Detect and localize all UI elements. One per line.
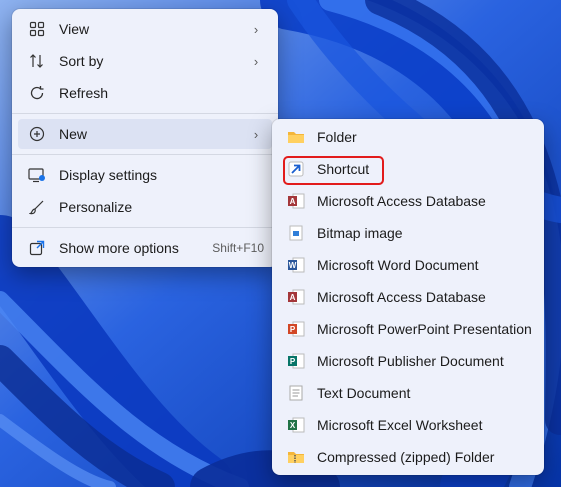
- shortcut-highlight-outline: [283, 156, 384, 185]
- menu-item-new[interactable]: New ›: [18, 119, 272, 149]
- svg-text:A: A: [290, 197, 296, 206]
- svg-text:W: W: [289, 261, 297, 270]
- menu-item-personalize[interactable]: Personalize: [18, 192, 272, 222]
- zip-folder-icon: [287, 448, 305, 466]
- publisher-icon: P: [287, 352, 305, 370]
- keyboard-shortcut-label: Shift+F10: [212, 241, 264, 255]
- folder-icon: [287, 128, 305, 146]
- chevron-right-icon: ›: [253, 126, 259, 142]
- view-grid-icon: [28, 20, 46, 38]
- menu-item-label: Display settings: [59, 167, 158, 183]
- svg-text:A: A: [290, 293, 296, 302]
- submenu-item-label: Folder: [317, 129, 357, 145]
- menu-item-display-settings[interactable]: Display settings: [18, 160, 272, 190]
- submenu-item-label: Compressed (zipped) Folder: [317, 449, 495, 465]
- access-icon: A: [287, 288, 305, 306]
- submenu-item-bitmap-image[interactable]: Bitmap image: [278, 218, 538, 248]
- bitmap-icon: [287, 224, 305, 242]
- submenu-item-word-document[interactable]: W Microsoft Word Document: [278, 250, 538, 280]
- personalize-brush-icon: [28, 198, 46, 216]
- menu-item-label: Refresh: [59, 85, 109, 101]
- menu-item-label: Show more options: [59, 240, 179, 256]
- submenu-item-compressed-folder[interactable]: Compressed (zipped) Folder: [278, 442, 538, 472]
- menu-item-label: Sort by: [59, 53, 104, 69]
- menu-separator: [12, 154, 278, 155]
- submenu-item-access-database-2[interactable]: A Microsoft Access Database: [278, 282, 538, 312]
- refresh-icon: [28, 84, 46, 102]
- new-plus-icon: [28, 125, 46, 143]
- submenu-item-label: Microsoft Excel Worksheet: [317, 417, 483, 433]
- sort-icon: [28, 52, 46, 70]
- submenu-item-label: Microsoft Access Database: [317, 289, 486, 305]
- access-icon: A: [287, 192, 305, 210]
- submenu-item-excel-worksheet[interactable]: X Microsoft Excel Worksheet: [278, 410, 538, 440]
- excel-icon: X: [287, 416, 305, 434]
- menu-item-label: New: [59, 126, 88, 142]
- menu-item-sort-by[interactable]: Sort by ›: [18, 46, 272, 76]
- submenu-item-access-database[interactable]: A Microsoft Access Database: [278, 186, 538, 216]
- powerpoint-icon: P: [287, 320, 305, 338]
- chevron-right-icon: ›: [253, 53, 259, 69]
- submenu-item-label: Bitmap image: [317, 225, 403, 241]
- submenu-item-label: Microsoft Publisher Document: [317, 353, 504, 369]
- menu-separator: [12, 227, 278, 228]
- menu-item-label: Personalize: [59, 199, 133, 215]
- svg-text:X: X: [290, 421, 296, 430]
- display-settings-icon: [28, 166, 46, 184]
- submenu-item-folder[interactable]: Folder: [278, 122, 538, 152]
- submenu-item-publisher-document[interactable]: P Microsoft Publisher Document: [278, 346, 538, 376]
- show-more-options-icon: [28, 239, 46, 257]
- submenu-item-label: Text Document: [317, 385, 411, 401]
- svg-text:P: P: [290, 325, 296, 334]
- menu-item-label: View: [59, 21, 90, 37]
- menu-separator: [12, 113, 278, 114]
- menu-item-refresh[interactable]: Refresh: [18, 78, 272, 108]
- chevron-right-icon: ›: [253, 21, 259, 37]
- submenu-item-powerpoint-presentation[interactable]: P Microsoft PowerPoint Presentation: [278, 314, 538, 344]
- desktop-context-menu: View › Sort by › Refresh New › Display s…: [12, 9, 278, 267]
- submenu-item-label: Microsoft Word Document: [317, 257, 479, 273]
- menu-item-view[interactable]: View ›: [18, 14, 272, 44]
- submenu-item-label: Microsoft Access Database: [317, 193, 486, 209]
- menu-item-show-more-options[interactable]: Show more options Shift+F10: [18, 233, 272, 263]
- svg-text:P: P: [290, 357, 296, 366]
- submenu-item-text-document[interactable]: Text Document: [278, 378, 538, 408]
- word-icon: W: [287, 256, 305, 274]
- text-document-icon: [287, 384, 305, 402]
- submenu-item-label: Microsoft PowerPoint Presentation: [317, 321, 532, 337]
